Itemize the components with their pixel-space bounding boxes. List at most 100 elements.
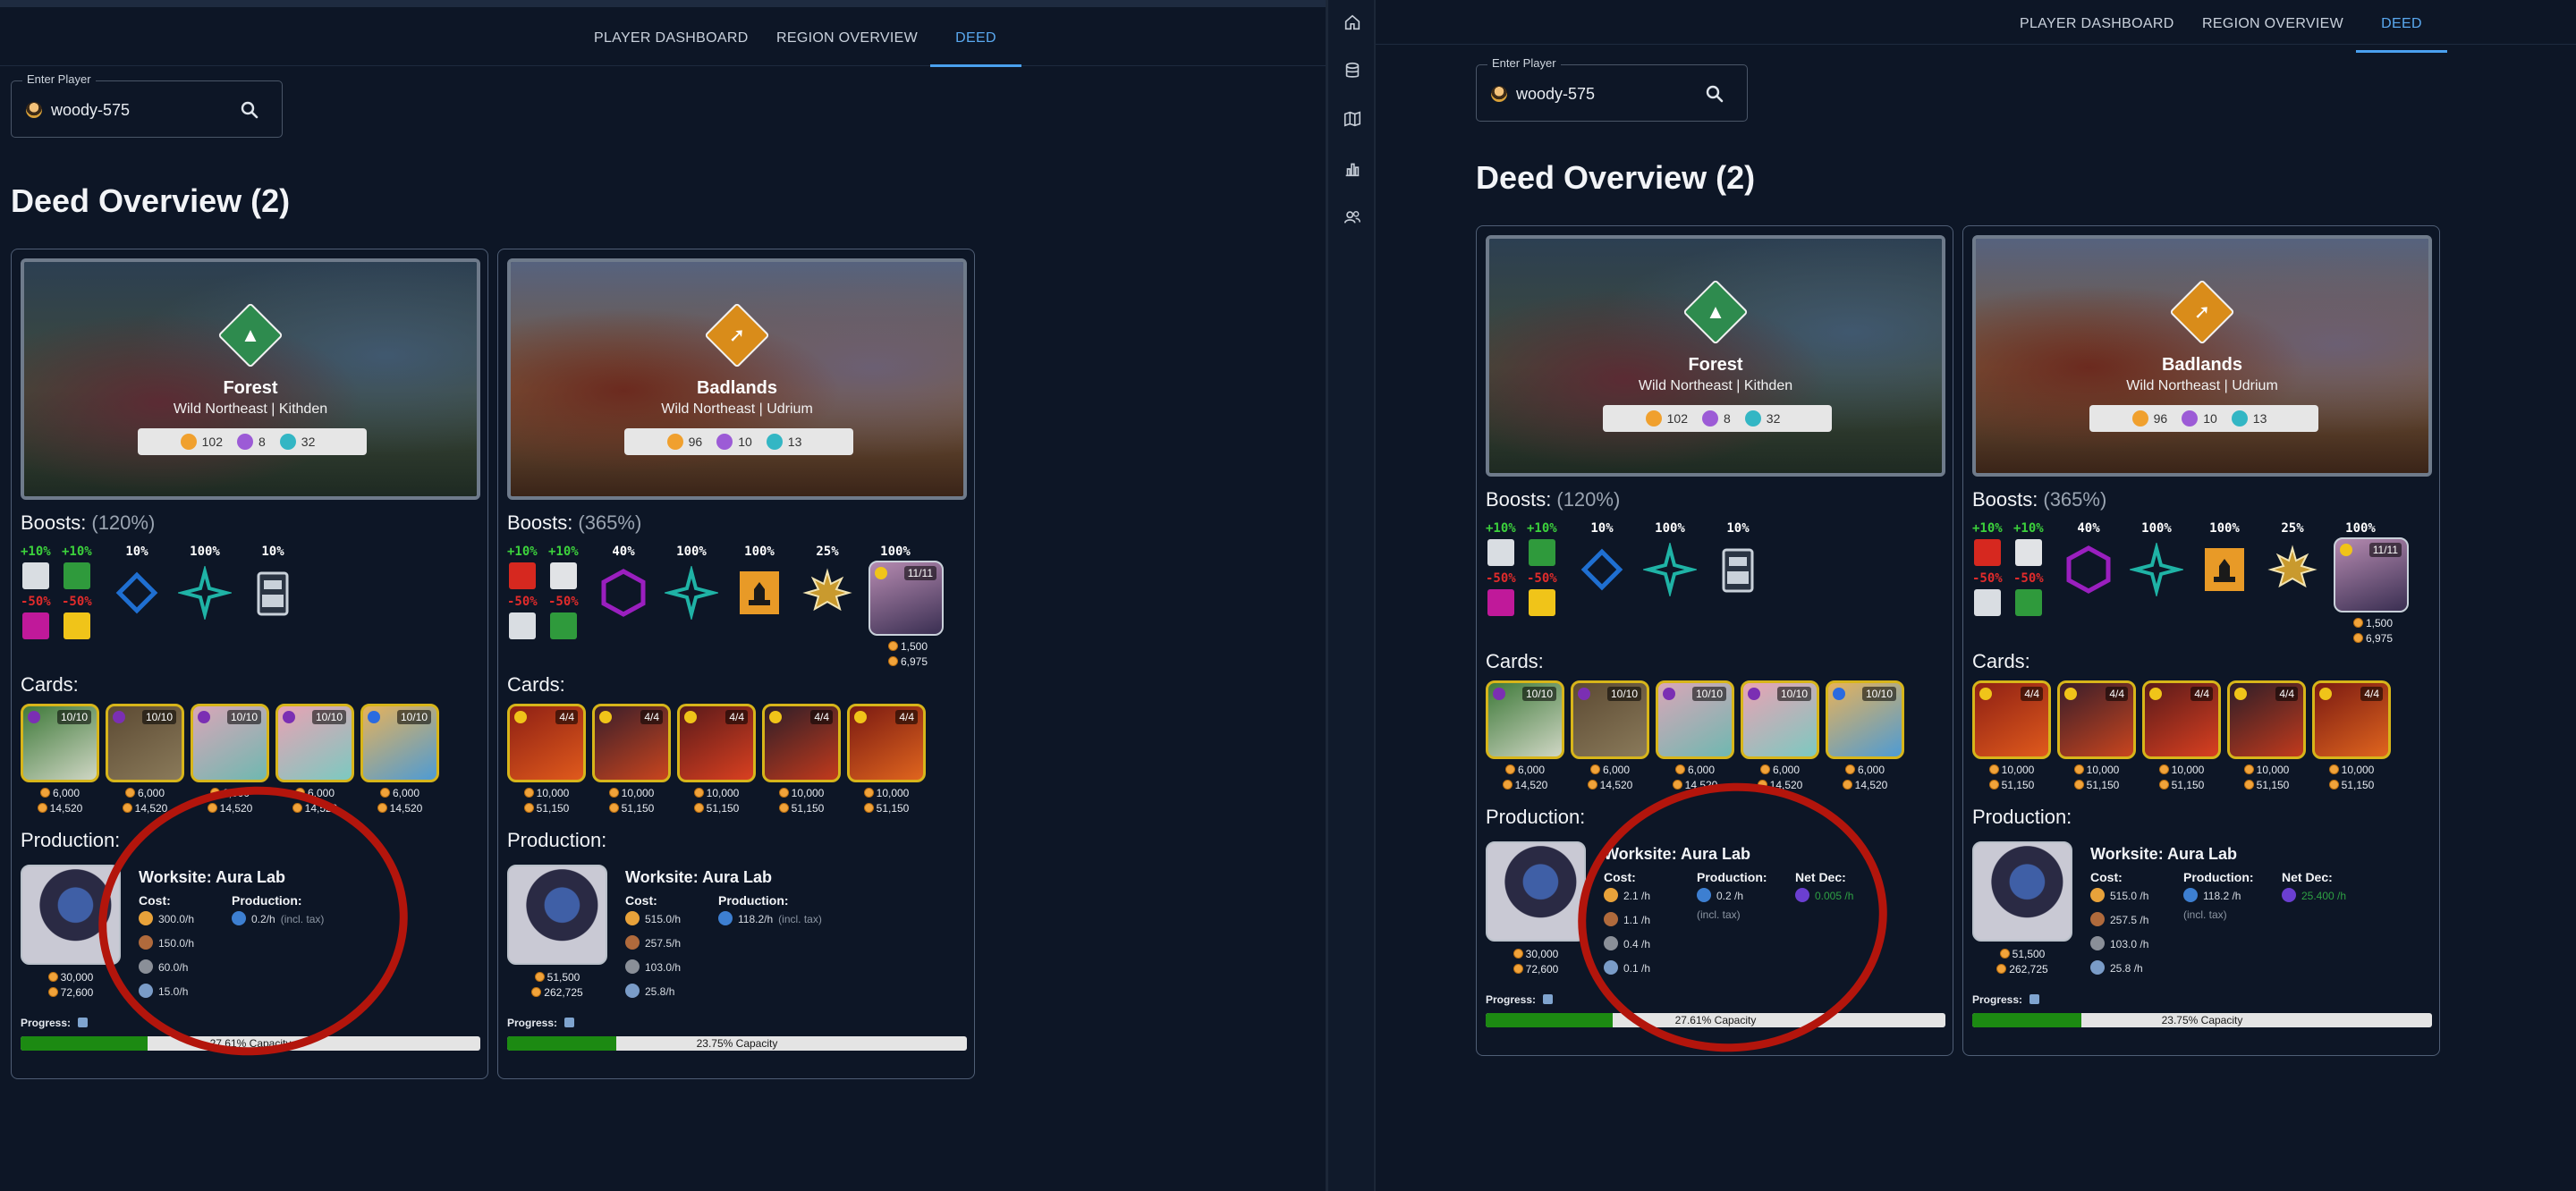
database-icon[interactable] — [1343, 61, 1362, 80]
card-dec: 51,150 — [1972, 778, 2051, 793]
card-thumbnail[interactable]: 10/10 — [21, 704, 99, 782]
boost-bonus: +10% — [21, 545, 51, 559]
fog-rune-icon — [1487, 539, 1514, 566]
card-stats: 6,000 14,520 — [275, 786, 354, 816]
card-thumbnail[interactable]: 10/10 — [191, 704, 269, 782]
boost-penalty: -50% — [1972, 571, 2003, 586]
player-input[interactable]: Enter Player woody-575 — [1476, 56, 1748, 122]
bar-chart-icon[interactable] — [1343, 159, 1362, 179]
boost-penalty: -50% — [21, 595, 51, 609]
card-dec: 51,150 — [592, 801, 671, 816]
card-thumbnail[interactable]: 10/10 — [1741, 680, 1819, 759]
card-stats: 6,000 14,520 — [360, 786, 439, 816]
card-dec-value: 14,520 — [389, 802, 423, 815]
player-avatar-icon — [1491, 86, 1507, 102]
boost-bonus: +10% — [62, 545, 92, 559]
research-icon — [2182, 410, 2199, 427]
boost-value: 100% — [744, 545, 775, 559]
card-thumbnail[interactable]: 10/10 — [1826, 680, 1904, 759]
info-icon[interactable] — [78, 1018, 89, 1027]
users-icon[interactable] — [1343, 207, 1362, 227]
boost-bonus: +10% — [507, 545, 538, 559]
card-power-value: 6,000 — [1772, 764, 1801, 776]
card-power-value: 6,000 — [222, 787, 250, 799]
card-thumbnail[interactable]: 4/4 — [2057, 680, 2136, 759]
nav-player-dashboard[interactable]: PLAYER DASHBOARD — [594, 7, 749, 66]
deed-card: ▲ Forest Wild Northeast | Kithden 102 8 32 Boo… — [1476, 225, 1953, 1056]
dec-icon — [608, 803, 619, 813]
card-power-value: 6,000 — [52, 787, 80, 799]
nav-deed[interactable]: DEED — [930, 7, 1021, 67]
rarity-gem-icon — [198, 711, 210, 723]
search-icon[interactable] — [1704, 83, 1725, 105]
nav-region-overview[interactable]: REGION OVERVIEW — [2202, 0, 2343, 52]
card-thumbnail[interactable]: 10/10 — [106, 704, 184, 782]
card-thumbnail[interactable]: 4/4 — [2227, 680, 2306, 759]
card-power: 6,000 — [106, 786, 184, 801]
progress-text: 23.75% Capacity — [2161, 1014, 2243, 1026]
card-thumbnail[interactable]: 4/4 — [762, 704, 841, 782]
death-rune-icon — [509, 612, 536, 639]
production-header: Production: — [232, 893, 302, 908]
cards-heading: Cards: — [1972, 650, 2030, 672]
net-dec-value: 25.400 /h — [2282, 884, 2346, 908]
grain-icon — [1604, 888, 1618, 902]
card-dec: 51,150 — [2227, 778, 2306, 793]
card-stats: 10,000 51,150 — [2227, 763, 2306, 793]
card-dec-value: 51,150 — [2086, 779, 2120, 791]
card-dec-value: 51,150 — [621, 802, 655, 815]
dec-icon — [47, 987, 58, 997]
card-level: 4/4 — [2021, 687, 2043, 701]
boost-value: 40% — [2077, 521, 2100, 536]
rarity-gem-icon — [2149, 688, 2162, 700]
card-thumbnail[interactable]: 4/4 — [847, 704, 926, 782]
search-icon[interactable] — [239, 99, 260, 121]
map-icon[interactable] — [1343, 109, 1362, 129]
card-thumbnail[interactable]: 4/4 — [1972, 680, 2051, 759]
card-thumbnail[interactable]: 4/4 — [592, 704, 671, 782]
progress-label: Progress: — [21, 1017, 89, 1029]
left-pane: PLAYER DASHBOARD REGION OVERVIEW DEED En… — [0, 0, 1326, 1191]
boost-card-portrait[interactable]: 11/11 — [2334, 537, 2409, 612]
info-icon[interactable] — [2029, 994, 2040, 1004]
research-icon — [236, 434, 253, 450]
death-rune-icon — [1487, 589, 1514, 616]
card-stats: 10,000 51,150 — [507, 786, 586, 816]
page-title: Deed Overview (2) — [1476, 159, 1756, 196]
card-dec-value: 14,520 — [219, 802, 253, 815]
card-thumbnail[interactable]: 4/4 — [2142, 680, 2221, 759]
card-thumbnail[interactable]: 4/4 — [507, 704, 586, 782]
nav-player-dashboard[interactable]: PLAYER DASHBOARD — [2020, 0, 2174, 52]
card-level: 4/4 — [2275, 687, 2298, 701]
biome-glyph-icon: ▲ — [1706, 300, 1725, 323]
card-thumbnail[interactable]: 4/4 — [2312, 680, 2391, 759]
boost-card-portrait[interactable]: 11/11 — [869, 561, 944, 636]
nav-region-overview[interactable]: REGION OVERVIEW — [776, 7, 918, 66]
card-thumbnail[interactable]: 4/4 — [677, 704, 756, 782]
deed-stat-value: 13 — [787, 435, 802, 449]
deed-stat-value: 10 — [2203, 411, 2217, 426]
card-thumbnail[interactable]: 10/10 — [1571, 680, 1649, 759]
card-thumbnail[interactable]: 10/10 — [1656, 680, 1734, 759]
rarity-gem-icon — [599, 711, 612, 723]
worksite-power-value: 30,000 — [1525, 948, 1559, 960]
boost-value: 10% — [1726, 521, 1750, 536]
card-thumbnail[interactable]: 10/10 — [1486, 680, 1564, 759]
progress-text: 27.61% Capacity — [1674, 1014, 1757, 1026]
card-dec-value: 14,520 — [134, 802, 168, 815]
production-value: 0.2 /h (incl. tax) — [1697, 884, 1743, 927]
info-icon[interactable] — [1543, 994, 1554, 1004]
card-power-value: 10,000 — [791, 787, 825, 799]
card-thumbnail[interactable]: 10/10 — [275, 704, 354, 782]
rarity-gem-icon — [283, 711, 295, 723]
cost-item: 1.1 /h — [1604, 908, 1650, 933]
player-input[interactable]: Enter Player woody-575 — [11, 72, 283, 138]
totem-icon — [246, 566, 300, 624]
cost-header: Cost: — [139, 893, 171, 908]
info-icon[interactable] — [564, 1018, 575, 1027]
home-icon[interactable] — [1343, 13, 1362, 32]
card-thumbnail[interactable]: 10/10 — [360, 704, 439, 782]
nav-deed[interactable]: DEED — [2356, 0, 2447, 53]
cost-list: 515.0 /h 257.5 /h 103.0 /h 25.8 /h — [2090, 884, 2148, 981]
capacity-progress-bar: 23.75% Capacity — [507, 1036, 967, 1051]
